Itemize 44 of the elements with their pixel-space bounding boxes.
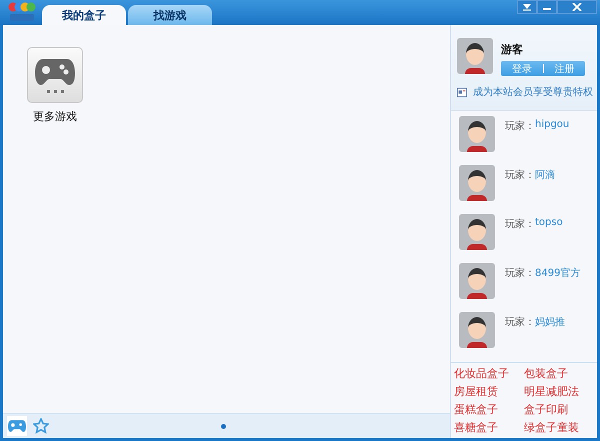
minimize-button[interactable] <box>537 0 557 14</box>
star-tab[interactable] <box>31 416 51 436</box>
membership-link[interactable]: 成为本站会员享受尊贵特权 <box>473 85 593 99</box>
avatar-icon <box>459 165 495 201</box>
ad-link[interactable]: 明星减肥法 <box>524 384 594 400</box>
gamepad-icon <box>8 419 26 433</box>
gamepad-tab[interactable] <box>7 416 27 436</box>
avatar-icon <box>457 38 493 74</box>
player-label: 玩家： <box>505 168 535 182</box>
ad-link[interactable]: 房屋租赁 <box>454 384 524 400</box>
register-button[interactable]: 注册 <box>544 62 585 76</box>
player-name-link[interactable]: 阿滴 <box>535 168 555 182</box>
gamepad-icon <box>27 47 83 103</box>
close-icon <box>572 3 582 11</box>
player-name-link[interactable]: topso <box>535 217 563 228</box>
avatar-icon <box>459 214 495 250</box>
player-label: 玩家： <box>505 120 535 133</box>
player-name-link[interactable]: 妈妈推 <box>535 315 565 329</box>
player-label: 玩家： <box>505 316 535 329</box>
id-card-icon <box>457 86 467 98</box>
tab[interactable]: 找游戏 <box>128 5 212 25</box>
player-name-link[interactable]: 8499官方 <box>535 266 580 280</box>
logo-icon <box>7 1 37 23</box>
star-icon <box>33 418 49 434</box>
ad-link[interactable]: 绿盒子童装 <box>524 420 594 436</box>
ad-link[interactable]: 化妆品盒子 <box>454 366 524 382</box>
page-indicator-dot <box>221 424 226 429</box>
guest-name: 游客 <box>501 42 524 57</box>
avatar-icon <box>459 263 495 299</box>
ad-link[interactable]: 喜糖盒子 <box>454 420 524 436</box>
more-games-tile[interactable]: 更多游戏 <box>27 47 83 124</box>
caret-down-icon <box>522 3 532 11</box>
ad-link[interactable]: 蛋糕盒子 <box>454 402 524 418</box>
player-name-link[interactable]: hipgou <box>535 119 570 130</box>
ad-link[interactable]: 盒子印刷 <box>524 402 594 418</box>
player-label: 玩家： <box>505 266 535 280</box>
player-label: 玩家： <box>505 218 535 231</box>
avatar-icon <box>459 116 495 152</box>
dropdown-button[interactable] <box>517 0 537 14</box>
close-button[interactable] <box>557 0 597 14</box>
login-button[interactable]: 登录 <box>501 62 542 76</box>
avatar-icon <box>459 312 495 348</box>
tab[interactable]: 我的盒子 <box>42 5 126 25</box>
ad-link[interactable]: 包装盒子 <box>524 366 594 382</box>
